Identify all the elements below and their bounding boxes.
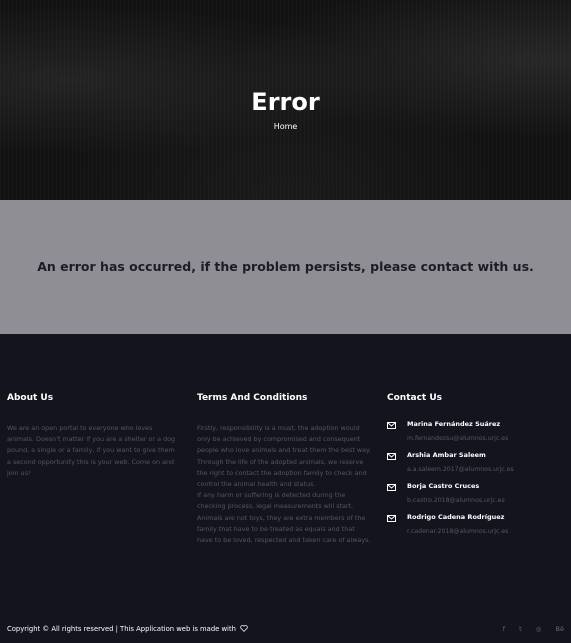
contact-email[interactable]: b.castro.2018@alumnos.urjc.es [407,496,567,505]
error-message: An error has occurred, if the problem pe… [37,259,534,274]
mail-icon [387,484,396,491]
copyright: Copyright © All rights reserved | This A… [7,625,248,633]
facebook-icon[interactable]: f [503,625,505,633]
behance-icon[interactable]: Bē [556,625,564,633]
contact-column: Contact Us Marina Fernández Suárez m.fer… [387,393,567,544]
terms-text-3: If any harm or suffering is detected dur… [197,491,371,545]
terms-text-1: Firstly, responsibility is a must, the a… [197,424,371,455]
about-title: About Us [7,393,54,403]
contact-email[interactable]: a.a.saleem.2017@alumnos.urjc.es [407,465,567,474]
footer-bottom-bar: Copyright © All rights reserved | This A… [0,618,571,643]
hero-banner: Error Home [0,0,571,200]
contact-name: Arshia Ambar Saleem [407,451,486,459]
contact-name: Rodrigo Cadena Rodríguez [407,513,505,521]
contact-name: Borja Castro Cruces [407,482,480,490]
mail-icon [387,422,396,429]
contact-item: Borja Castro Cruces b.castro.2018@alumno… [387,482,567,513]
contact-email[interactable]: r.cadenar.2018@alumnos.urjc.es [407,527,567,536]
contact-item: Marina Fernández Suárez m.fernandezsu@al… [387,420,567,451]
contact-item: Arshia Ambar Saleem a.a.saleem.2017@alum… [387,451,567,482]
terms-column: Terms And Conditions Firstly, responsibi… [197,393,372,546]
about-column: About Us We are an open portal to everyo… [7,393,177,479]
social-links: f t ◎ Bē [491,625,564,633]
contact-item: Rodrigo Cadena Rodríguez r.cadenar.2018@… [387,513,567,544]
footer: About Us We are an open portal to everyo… [0,334,571,643]
contact-name: Marina Fernández Suárez [407,420,501,428]
dribbble-icon[interactable]: ◎ [536,625,542,633]
mail-icon [387,515,396,522]
mail-icon [387,453,396,460]
terms-title: Terms And Conditions [197,393,308,403]
twitter-icon[interactable]: t [519,625,522,633]
error-section: An error has occurred, if the problem pe… [0,200,571,334]
contact-email[interactable]: m.fernandezsu@alumnos.urjc.es [407,434,567,443]
copyright-text: Copyright © All rights reserved | This A… [7,625,236,633]
about-text: We are an open portal to everyone who lo… [7,424,176,477]
contact-title: Contact Us [387,393,443,403]
page-title: Error [251,88,320,116]
heart-icon [240,625,248,632]
breadcrumb-home[interactable]: Home [0,122,571,131]
terms-text-2: Through the life of the adopted animals,… [197,457,367,489]
